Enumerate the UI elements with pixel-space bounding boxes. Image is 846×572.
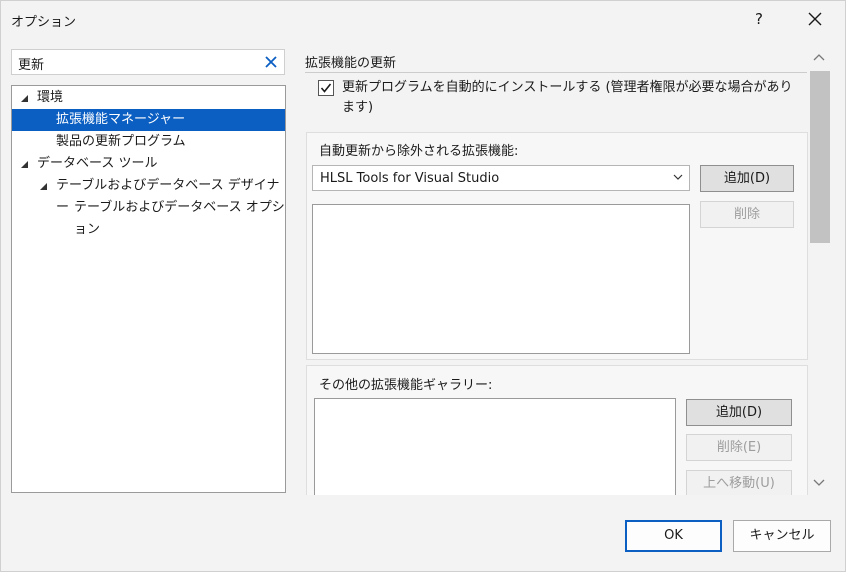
delete-gallery-button[interactable]: 削除(E) xyxy=(686,434,792,461)
close-icon xyxy=(808,12,822,26)
scroll-up-icon[interactable] xyxy=(813,53,825,61)
tree-item-table-db-designer[interactable]: テーブルおよびデータベース デザイナー xyxy=(12,175,285,215)
tree-item-extension-manager[interactable]: 拡張機能マネージャー xyxy=(12,109,285,131)
tree-item-label: テーブルおよびデータベース オプション xyxy=(74,200,285,237)
expanded-icon[interactable] xyxy=(20,160,29,169)
expanded-icon[interactable] xyxy=(39,182,48,191)
tree-item-label: 製品の更新プログラム xyxy=(56,134,186,149)
options-dialog: オプション ? 更新 環境 拡張機能マネージャー 製品の更新プログラム データベ… xyxy=(0,0,846,572)
excluded-extensions-list[interactable] xyxy=(312,204,690,354)
checkmark-icon xyxy=(320,83,332,93)
search-input[interactable]: 更新 xyxy=(11,49,285,75)
cancel-button[interactable]: キャンセル xyxy=(733,520,831,552)
dialog-title: オプション xyxy=(11,15,77,30)
ok-button[interactable]: OK xyxy=(625,520,722,552)
excluded-extensions-label: 自動更新から除外される拡張機能: xyxy=(319,144,519,159)
add-gallery-button[interactable]: 追加(D) xyxy=(686,399,792,426)
search-input-value: 更新 xyxy=(18,58,45,73)
scroll-down-icon[interactable] xyxy=(813,479,825,487)
section-divider xyxy=(305,72,807,73)
extension-select-value: HLSL Tools for Visual Studio xyxy=(320,171,500,186)
expanded-icon[interactable] xyxy=(20,94,29,103)
tree-item-label: 環境 xyxy=(37,90,64,105)
move-up-gallery-button[interactable]: 上へ移動(U) xyxy=(686,470,792,495)
clear-search-icon[interactable] xyxy=(264,55,278,69)
tree-item-product-updates[interactable]: 製品の更新プログラム xyxy=(12,131,285,153)
delete-excluded-button[interactable]: 削除 xyxy=(700,201,794,228)
tree-item-database-tools[interactable]: データベース ツール xyxy=(12,153,285,175)
extension-select[interactable]: HLSL Tools for Visual Studio xyxy=(312,165,690,191)
tree-item-environment[interactable]: 環境 xyxy=(12,87,285,109)
auto-update-checkbox[interactable] xyxy=(318,80,334,96)
tree-item-label: 拡張機能マネージャー xyxy=(56,112,186,127)
tree-item-label: データベース ツール xyxy=(37,156,158,171)
help-button[interactable]: ? xyxy=(745,5,773,33)
title-bar: オプション ? xyxy=(1,1,845,39)
gallery-list[interactable] xyxy=(314,398,676,495)
gallery-label: その他の拡張機能ギャラリー: xyxy=(319,378,493,393)
scroll-thumb[interactable] xyxy=(810,71,830,243)
auto-update-label: 更新プログラムを自動的にインストールする (管理者権限が必要な場合があります) xyxy=(342,80,793,115)
close-button[interactable] xyxy=(801,5,829,33)
tree-item-table-db-options[interactable]: テーブルおよびデータベース オプション xyxy=(12,197,285,237)
add-excluded-button[interactable]: 追加(D) xyxy=(700,165,794,192)
chevron-down-icon xyxy=(673,174,683,180)
section-title: 拡張機能の更新 xyxy=(305,56,397,71)
options-tree[interactable]: 環境 拡張機能マネージャー 製品の更新プログラム データベース ツール テーブル… xyxy=(11,85,286,493)
